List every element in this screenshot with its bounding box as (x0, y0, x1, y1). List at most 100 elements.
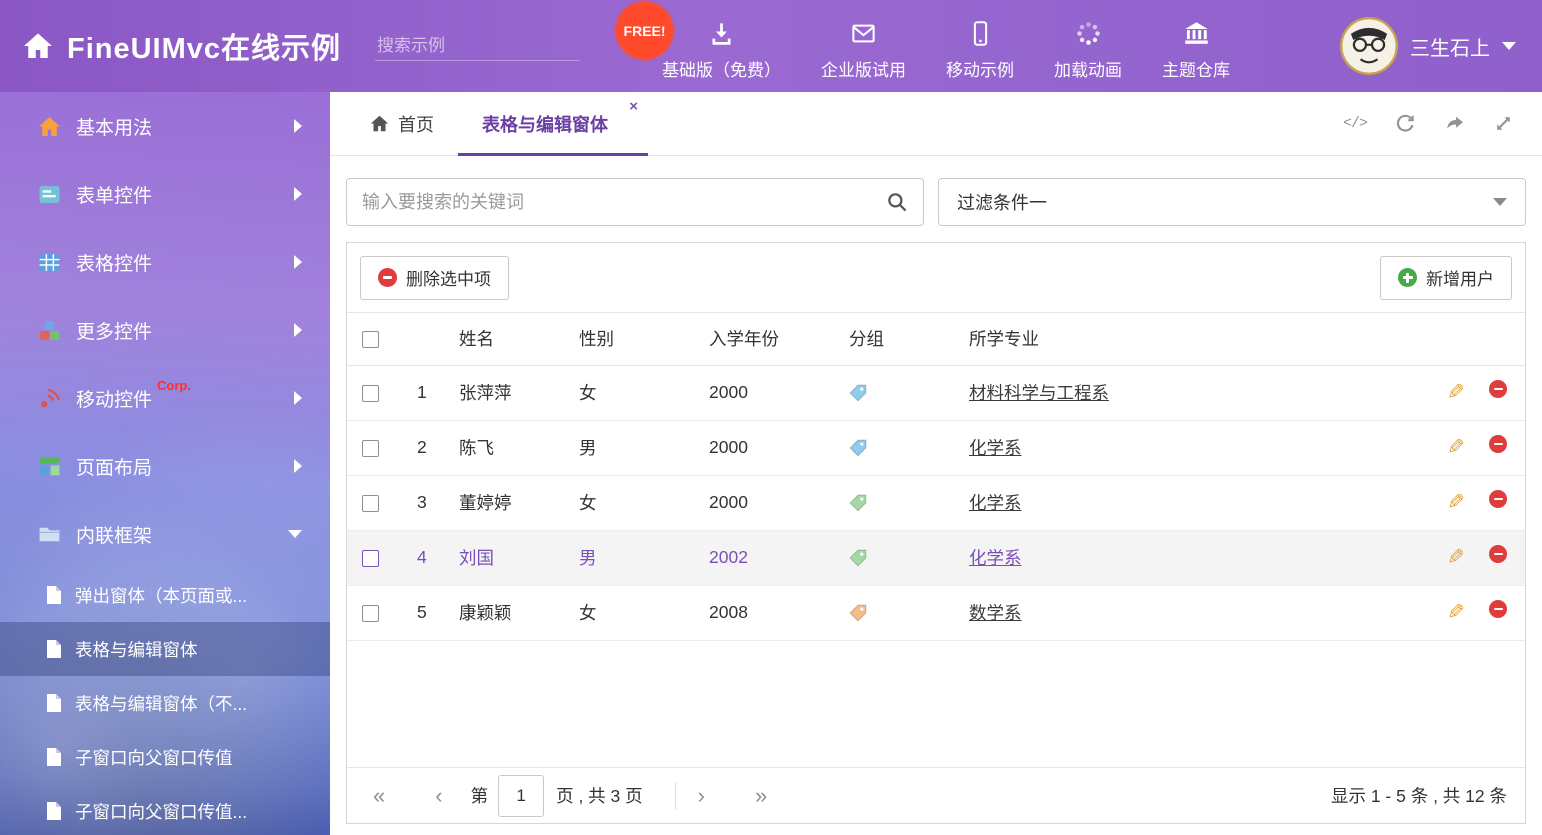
cell-name: 康颖颖 (453, 585, 573, 640)
nav-loading-animation[interactable]: 加载动画 (1034, 0, 1142, 92)
prev-page-button[interactable]: ‹ (427, 785, 450, 807)
table-row[interactable]: 3 董婷婷 女 2000 化学系 ✎ (347, 475, 1525, 530)
file-icon (46, 801, 62, 821)
tab-home[interactable]: 首页 (346, 92, 458, 155)
row-checkbox[interactable] (362, 495, 379, 512)
refresh-icon[interactable] (1395, 113, 1416, 134)
row-checkbox[interactable] (362, 385, 379, 402)
corp-badge: Corp. (157, 378, 191, 393)
filter-row: 过滤条件一 (346, 178, 1526, 226)
cell-year: 2000 (703, 475, 843, 530)
sidebar-item-label: 表格控件 (76, 249, 152, 276)
nav-mobile-demo[interactable]: 移动示例 (926, 0, 1034, 92)
cubes-icon (38, 319, 61, 342)
sidebar-item-form-controls[interactable]: 表单控件 (0, 160, 330, 228)
app-logo[interactable]: FineUIMvc在线示例 (22, 25, 341, 67)
table-row[interactable]: 5 康颖颖 女 2008 数学系 ✎ (347, 585, 1525, 640)
keyword-search-input[interactable] (362, 192, 886, 213)
chevron-down-icon (1493, 198, 1507, 206)
edit-icon[interactable]: ✎ (1447, 380, 1465, 405)
major-link[interactable]: 化学系 (969, 548, 1022, 568)
nav-label: 加载动画 (1054, 56, 1122, 81)
last-page-button[interactable]: » (747, 785, 775, 807)
select-all-checkbox[interactable] (362, 331, 379, 348)
mail-icon (850, 20, 877, 47)
filter-dropdown[interactable]: 过滤条件一 (938, 178, 1526, 226)
row-checkbox[interactable] (362, 440, 379, 457)
sidebar-item-mobile-controls[interactable]: 移动控件 Corp. (0, 364, 330, 432)
sidebar-item-label: 页面布局 (76, 453, 152, 480)
sidebar-subitem-popup-window[interactable]: 弹出窗体（本页面或... (0, 568, 330, 622)
edit-icon[interactable]: ✎ (1447, 490, 1465, 515)
table-row[interactable]: 1 张萍萍 女 2000 材料科学与工程系 ✎ (347, 365, 1525, 420)
tab-label: 表格与编辑窗体 (482, 111, 608, 137)
column-year: 入学年份 (703, 313, 843, 365)
sidebar-subitem-child-to-parent[interactable]: 子窗口向父窗口传值 (0, 730, 330, 784)
table-row[interactable]: 2 陈飞 男 2000 化学系 ✎ (347, 420, 1525, 475)
sidebar-item-page-layout[interactable]: 页面布局 (0, 432, 330, 500)
sidebar-item-more-controls[interactable]: 更多控件 (0, 296, 330, 364)
add-user-label: 新增用户 (1426, 265, 1494, 290)
sidebar: 基本用法 表单控件 表格控件 更多控件 移动控件 Corp. (0, 92, 330, 835)
grid-panel: 删除选中项 新增用户 (346, 242, 1526, 824)
sidebar-subitem-grid-edit-window[interactable]: 表格与编辑窗体 (0, 622, 330, 676)
spinner-icon (1075, 20, 1102, 47)
delete-selected-label: 删除选中项 (406, 265, 491, 290)
nav-theme-store[interactable]: 主题仓库 (1142, 0, 1250, 92)
fullscreen-icon[interactable] (1493, 113, 1514, 134)
nav-basic-free[interactable]: FREE! 基础版（免费） (642, 0, 801, 92)
row-checkbox[interactable] (362, 550, 379, 567)
minus-circle-icon (378, 268, 397, 287)
edit-icon[interactable]: ✎ (1447, 600, 1465, 625)
column-actions (1407, 313, 1525, 365)
delete-row-icon[interactable] (1489, 435, 1507, 453)
sidebar-item-inline-frame[interactable]: 内联框架 (0, 500, 330, 568)
source-code-icon[interactable]: </> (1343, 115, 1367, 132)
tab-grid-edit-window[interactable]: 表格与编辑窗体 × (458, 92, 648, 155)
row-number: 1 (395, 365, 453, 420)
edit-icon[interactable]: ✎ (1447, 545, 1465, 570)
chevron-right-icon (294, 255, 302, 269)
delete-row-icon[interactable] (1489, 380, 1507, 398)
delete-row-icon[interactable] (1489, 600, 1507, 618)
sidebar-subitem-child-to-parent-2[interactable]: 子窗口向父窗口传值... (0, 784, 330, 835)
sidebar-item-label: 内联框架 (76, 521, 152, 548)
table-row-selected[interactable]: 4 刘国 男 2002 化学系 ✎ (347, 530, 1525, 585)
major-link[interactable]: 数学系 (969, 603, 1022, 623)
row-checkbox[interactable] (362, 605, 379, 622)
signal-icon (38, 387, 61, 410)
sidebar-item-basic-usage[interactable]: 基本用法 (0, 92, 330, 160)
sidebar-item-label: 移动控件 (76, 385, 152, 412)
search-icon[interactable] (886, 191, 908, 213)
cell-gender: 女 (573, 475, 703, 530)
delete-row-icon[interactable] (1489, 490, 1507, 508)
edit-icon[interactable]: ✎ (1447, 435, 1465, 460)
delete-row-icon[interactable] (1489, 545, 1507, 563)
sidebar-item-label: 表单控件 (76, 181, 152, 208)
nav-enterprise-trial[interactable]: 企业版试用 (801, 0, 926, 92)
page-number-input[interactable] (498, 775, 544, 817)
first-page-button[interactable]: « (365, 785, 393, 807)
file-icon (46, 747, 62, 767)
next-page-button[interactable]: › (690, 785, 713, 807)
cell-name: 董婷婷 (453, 475, 573, 530)
cell-gender: 男 (573, 420, 703, 475)
open-new-window-icon[interactable] (1444, 113, 1465, 134)
chevron-down-icon (288, 530, 302, 538)
home-icon (38, 115, 61, 138)
header-search-input[interactable] (377, 36, 598, 56)
main-area: 首页 表格与编辑窗体 × </> (330, 92, 1542, 835)
tab-bar: 首页 表格与编辑窗体 × </> (330, 92, 1542, 156)
add-user-button[interactable]: 新增用户 (1380, 256, 1512, 300)
user-menu[interactable]: 三生石上 (1340, 17, 1516, 75)
delete-selected-button[interactable]: 删除选中项 (360, 256, 509, 300)
major-link[interactable]: 材料科学与工程系 (969, 383, 1109, 403)
sidebar-subitem-grid-edit-window-2[interactable]: 表格与编辑窗体（不... (0, 676, 330, 730)
close-icon[interactable]: × (629, 99, 638, 114)
major-link[interactable]: 化学系 (969, 493, 1022, 513)
filter-dropdown-value: 过滤条件一 (957, 189, 1047, 215)
major-link[interactable]: 化学系 (969, 438, 1022, 458)
sidebar-item-grid-controls[interactable]: 表格控件 (0, 228, 330, 296)
cell-name: 刘国 (453, 530, 573, 585)
keyword-search-box (346, 178, 924, 226)
